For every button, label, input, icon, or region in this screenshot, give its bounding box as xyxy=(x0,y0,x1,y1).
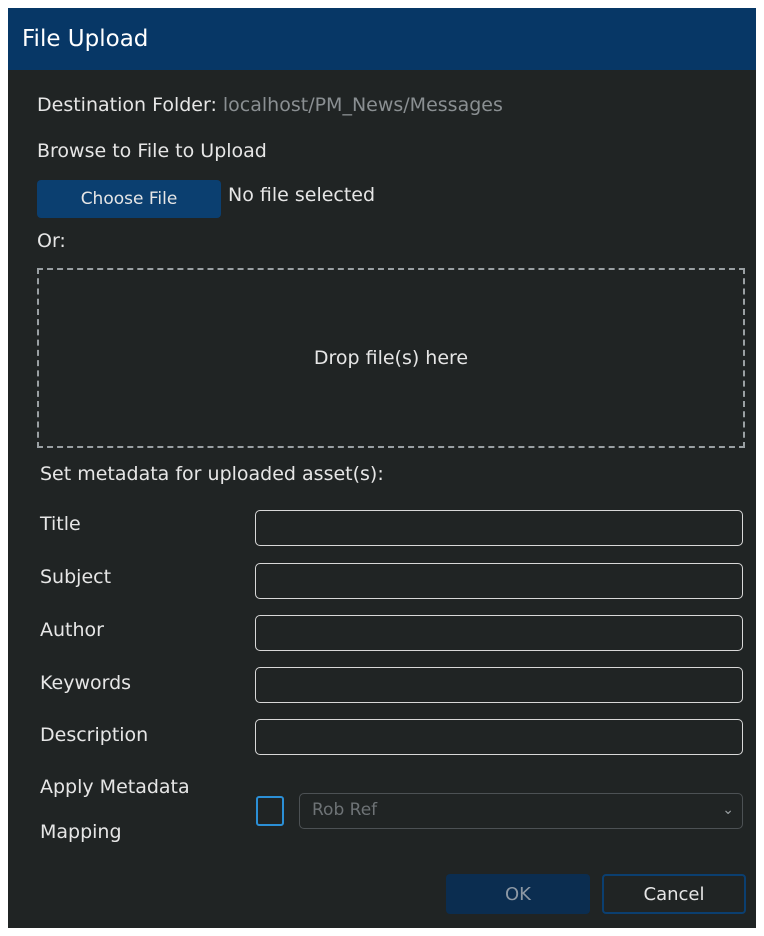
ok-button[interactable]: OK xyxy=(446,874,590,914)
apply-mapping-checkbox[interactable] xyxy=(256,796,284,826)
keywords-input[interactable] xyxy=(255,667,743,703)
dialog-title: File Upload xyxy=(8,8,756,70)
author-input[interactable] xyxy=(255,615,743,651)
apply-mapping-label-line2: Mapping xyxy=(40,821,122,843)
drop-zone-text: Drop file(s) here xyxy=(313,347,469,369)
cancel-button[interactable]: Cancel xyxy=(602,874,746,914)
chevron-down-icon: ⌄ xyxy=(722,802,734,818)
mapping-select-value: Rob Ref xyxy=(312,800,378,820)
title-label: Title xyxy=(40,513,81,535)
subject-label: Subject xyxy=(40,566,112,588)
browse-heading: Browse to File to Upload xyxy=(37,140,267,162)
description-input[interactable] xyxy=(255,719,743,755)
mapping-select[interactable]: Rob Ref ⌄ xyxy=(299,793,743,829)
destination-folder-row: Destination Folder: localhost/PM_News/Me… xyxy=(37,94,503,116)
destination-folder-label: Destination Folder: xyxy=(37,94,217,116)
apply-mapping-label-line1: Apply Metadata xyxy=(40,776,190,798)
keywords-label: Keywords xyxy=(40,672,132,694)
choose-file-button[interactable]: Choose File xyxy=(37,180,221,218)
file-drop-zone[interactable]: Drop file(s) here xyxy=(37,268,745,448)
metadata-heading: Set metadata for uploaded asset(s): xyxy=(40,463,384,485)
destination-folder-path: localhost/PM_News/Messages xyxy=(222,94,503,116)
or-label: Or: xyxy=(37,230,66,252)
file-upload-dialog: File Upload Destination Folder: localhos… xyxy=(8,8,756,928)
description-label: Description xyxy=(40,724,149,746)
file-status: No file selected xyxy=(228,184,376,206)
subject-input[interactable] xyxy=(255,563,743,599)
author-label: Author xyxy=(40,619,104,641)
title-input[interactable] xyxy=(255,510,743,546)
